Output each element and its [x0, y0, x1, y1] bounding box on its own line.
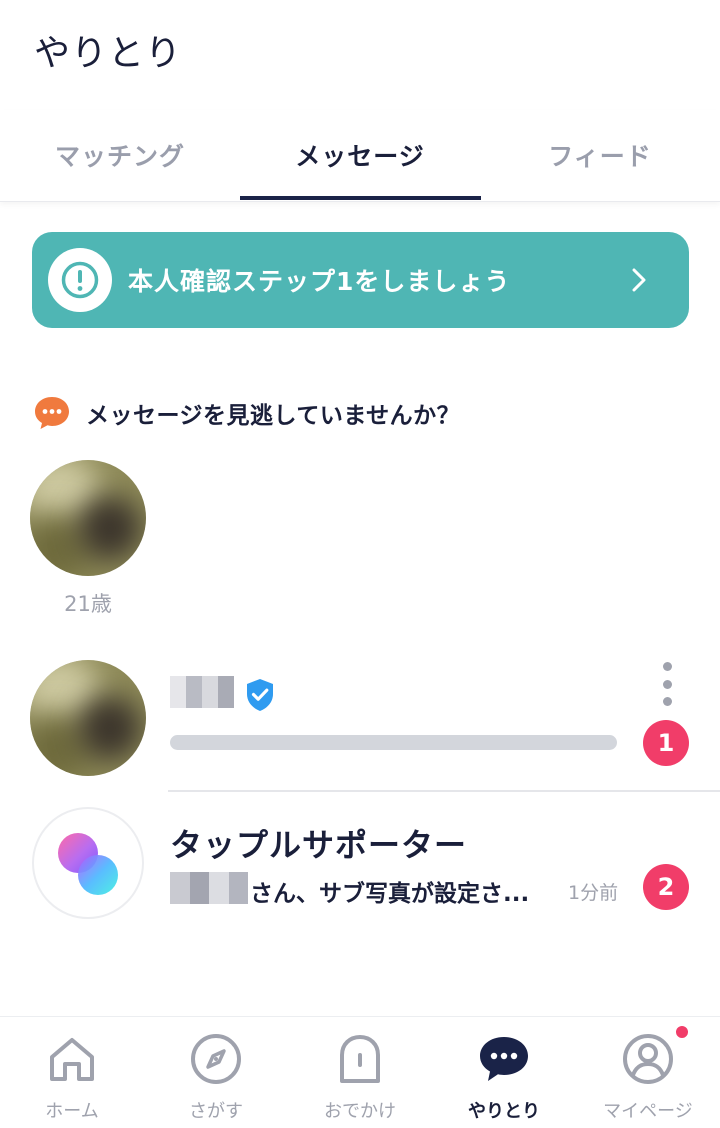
bottom-navigation: ホーム さがす おでかけ やりとり マイページ — [0, 1016, 720, 1128]
user-avatar[interactable] — [30, 660, 146, 776]
nav-messages-label: やりとり — [468, 1101, 540, 1122]
message-preview: さん、サブ写真が設定さ... — [250, 881, 530, 907]
page-title: やりとり — [34, 33, 183, 74]
profile-icon — [623, 1034, 673, 1084]
missed-messages-title: メッセージを見逃していませんか？ — [86, 403, 461, 429]
header: やりとり — [0, 0, 720, 100]
door-icon — [340, 1035, 380, 1083]
nav-home-label: ホーム — [45, 1101, 99, 1122]
verified-badge-icon — [247, 679, 273, 711]
user-name-obscured — [170, 676, 234, 708]
message-preview-placeholder — [170, 735, 617, 750]
missed-messages-heading: メッセージを見逃していませんか？ — [32, 393, 460, 433]
nav-search-label: さがす — [189, 1101, 243, 1122]
user-name-obscured — [170, 872, 248, 904]
nav-search[interactable]: さがす — [144, 1017, 288, 1128]
compass-icon — [191, 1034, 241, 1084]
nav-outing-label: おでかけ — [324, 1101, 396, 1122]
tab-messages[interactable]: メッセージ — [240, 110, 480, 200]
exclamation-circle-icon — [48, 248, 112, 312]
message-row[interactable]: タップルサポーター さん、サブ写真が設定さ... 1分前 2 — [0, 792, 720, 932]
banner-label: 本人確認ステップ1をしましょう — [128, 267, 511, 296]
active-tab-indicator — [240, 196, 481, 200]
tab-matching[interactable]: マッチング — [0, 110, 240, 200]
tab-bar: マッチング メッセージ フィード — [0, 110, 720, 202]
message-timestamp: 1分前 — [568, 882, 619, 904]
nav-home[interactable]: ホーム — [0, 1017, 144, 1128]
tab-feed[interactable]: フィード — [480, 110, 720, 200]
nav-mypage[interactable]: マイページ — [576, 1017, 720, 1128]
nav-outing[interactable]: おでかけ — [288, 1017, 432, 1128]
supporter-avatar[interactable] — [32, 807, 144, 919]
nav-messages[interactable]: やりとり — [432, 1017, 576, 1128]
unread-count-badge: 1 — [643, 720, 689, 766]
message-row[interactable]: 1 — [0, 650, 720, 792]
chevron-right-icon — [632, 268, 646, 292]
unread-count-badge: 2 — [643, 864, 689, 910]
nav-mypage-label: マイページ — [603, 1101, 693, 1122]
more-options-icon[interactable] — [654, 662, 680, 706]
tapple-logo-icon — [58, 833, 118, 895]
suggested-user-age: 21歳 — [64, 592, 112, 616]
identity-verification-banner[interactable]: 本人確認ステップ1をしましょう — [32, 232, 689, 328]
conversation-name: タップルサポーター — [170, 826, 468, 864]
chat-bubble-icon — [35, 397, 69, 429]
home-icon — [50, 1038, 94, 1081]
chat-icon — [480, 1037, 528, 1081]
suggested-user-avatar[interactable] — [30, 460, 146, 576]
notification-dot — [674, 1024, 690, 1040]
